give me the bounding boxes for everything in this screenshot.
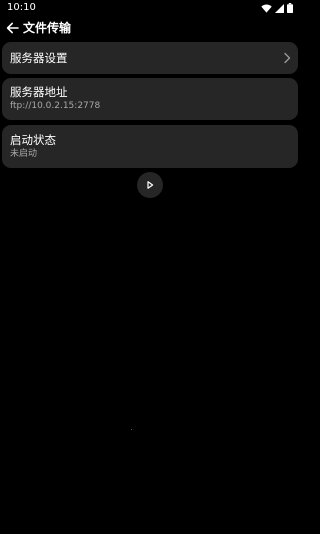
server-address-value: ftp://10.0.2.15:2778 [10,101,101,111]
status-time: 10:10 [7,2,36,13]
server-address-label: 服务器地址 [10,85,68,99]
back-button[interactable] [3,19,21,37]
battery-icon [287,3,293,13]
server-settings-item[interactable]: 服务器设置 [2,42,298,74]
server-address-item[interactable]: 服务器地址 ftp://10.0.2.15:2778 [2,78,298,120]
status-bar: 10:10 [0,0,300,16]
status-icons [261,3,293,13]
start-status-label: 启动状态 [10,133,56,147]
start-status-item[interactable]: 启动状态 未启动 [2,125,298,168]
start-server-button[interactable] [137,172,163,198]
app-bar: 文件传输 [0,17,300,39]
signal-icon [275,3,284,13]
start-status-value: 未启动 [10,149,38,159]
server-settings-label: 服务器设置 [10,51,68,65]
page-title: 文件传输 [23,21,72,35]
decorative-dot [131,429,132,430]
arrow-left-icon [6,22,19,34]
chevron-right-icon [284,52,291,64]
wifi-icon [261,4,272,13]
play-icon [147,181,154,189]
